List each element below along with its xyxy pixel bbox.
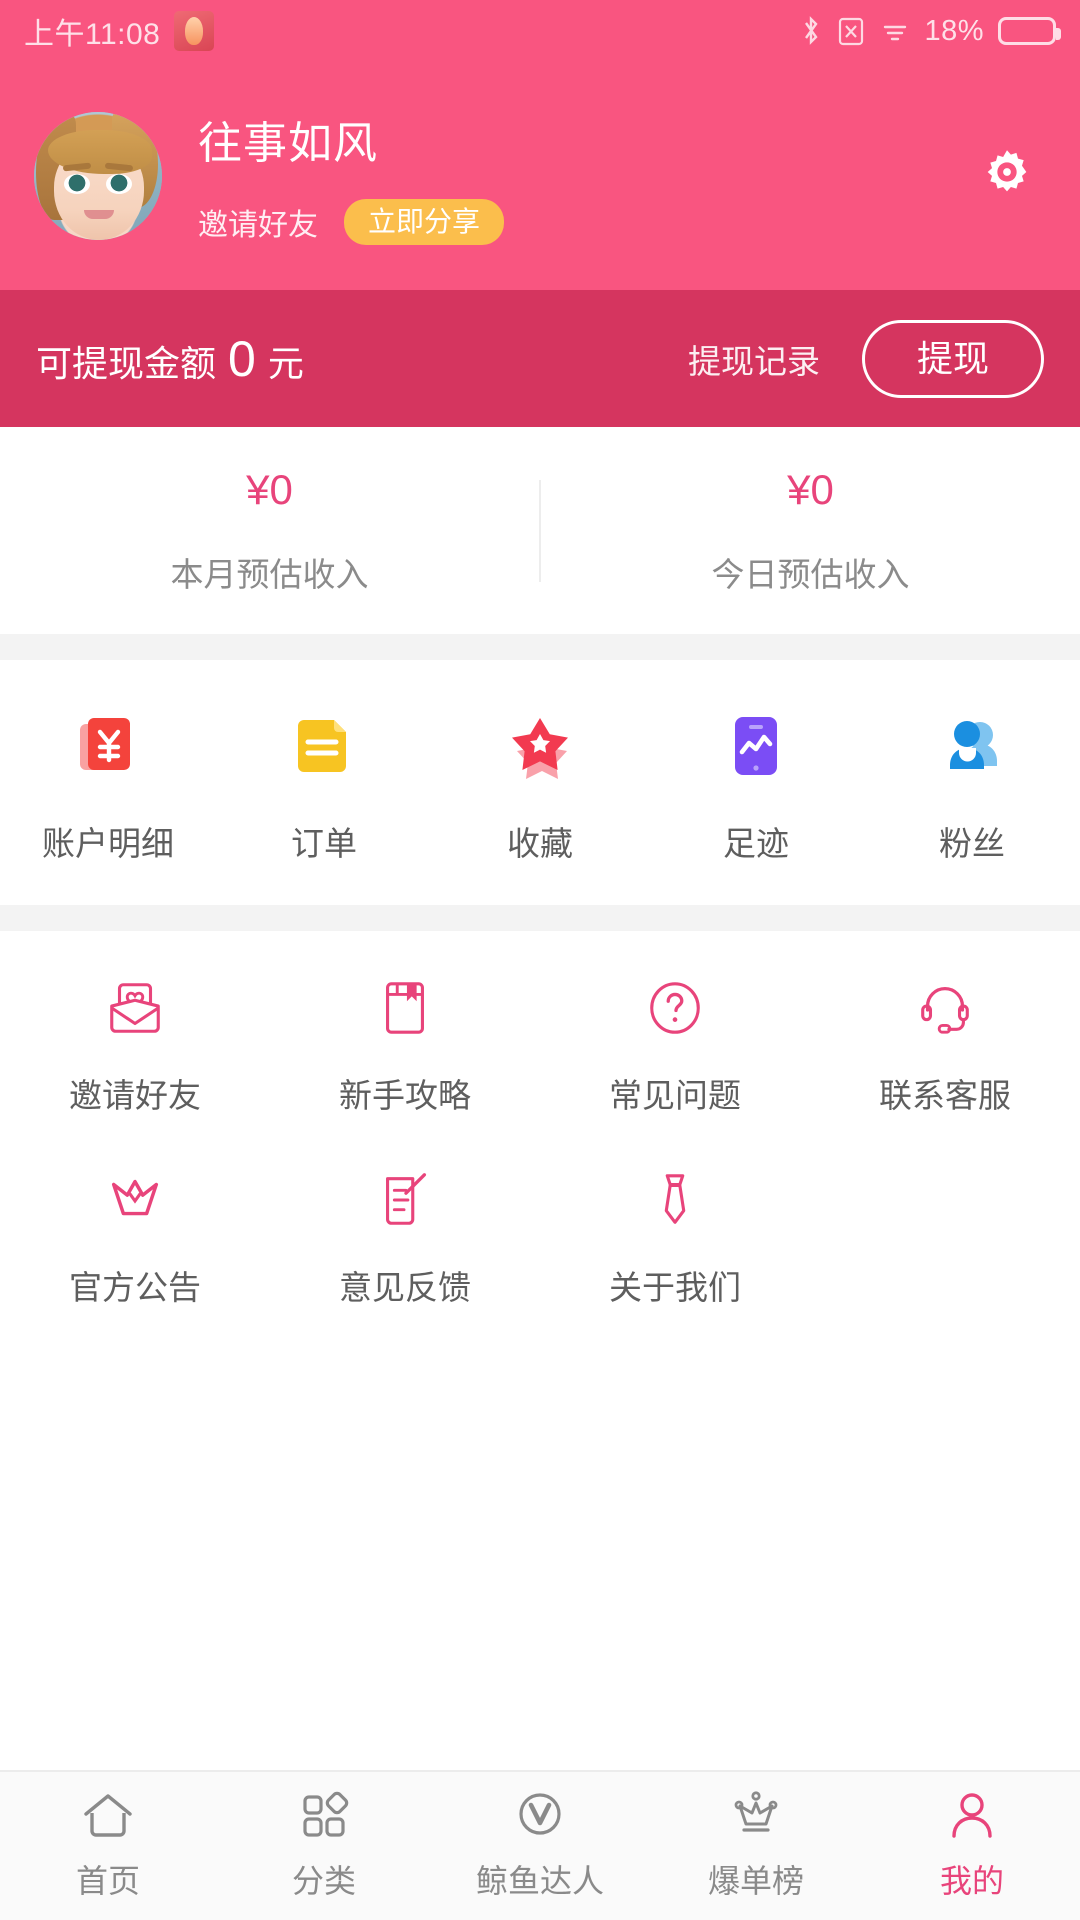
earnings-today[interactable]: ¥0 今日预估收入 — [541, 466, 1080, 596]
menu-item-label: 意见反馈 — [339, 1269, 471, 1306]
status-bar-right: 18% — [800, 14, 1061, 48]
menu-grid: 邀请好友 新手攻略 常见问题 联系客服 官方公告 意见反馈 关于我们 — [0, 931, 1080, 1381]
menu-item-label: 新手攻略 — [339, 1077, 471, 1114]
earnings-panel: ¥0 本月预估收入 ¥0 今日预估收入 — [0, 427, 1080, 634]
money-card-icon — [80, 718, 130, 770]
wifi-icon — [884, 25, 907, 41]
withdraw-button[interactable]: 提现 — [861, 319, 1044, 398]
share-now-button[interactable]: 立即分享 — [344, 199, 505, 245]
section-divider-2 — [0, 905, 1080, 931]
menu-item-contact-support[interactable]: 联系客服 — [810, 977, 1080, 1169]
menu-item-label: 联系客服 — [879, 1077, 1011, 1114]
quick-action-label: 收藏 — [507, 825, 573, 862]
tab-category[interactable]: 分类 — [216, 1790, 432, 1902]
menu-item-label: 常见问题 — [609, 1077, 741, 1114]
menu-item-invite-friends[interactable]: 邀请好友 — [0, 977, 270, 1169]
tab-whale-expert[interactable]: 鲸鱼达人 — [432, 1790, 648, 1902]
username: 往事如风 — [198, 119, 378, 168]
avatar[interactable] — [34, 112, 162, 240]
menu-row-1: 邀请好友 新手攻略 常见问题 联系客服 — [0, 977, 1080, 1169]
menu-item-beginner-guide[interactable]: 新手攻略 — [270, 977, 540, 1169]
menu-item-label: 官方公告 — [69, 1269, 201, 1306]
bottom-tab-bar: 首页 分类 鲸鱼达人 爆单榜 我的 — [0, 1770, 1080, 1920]
book-bookmark-icon — [386, 982, 424, 1034]
profile-info: 往事如风 邀请好友 立即分享 — [198, 107, 505, 245]
tab-label: 首页 — [75, 1863, 140, 1899]
earnings-month[interactable]: ¥0 本月预估收入 — [0, 466, 539, 596]
sim-icon — [839, 17, 864, 46]
fans-icon — [950, 721, 997, 769]
profile-header: 往事如风 邀请好友 立即分享 — [0, 62, 1080, 290]
quick-action-footprints[interactable]: 足迹 — [648, 708, 864, 865]
tab-label: 我的 — [939, 1863, 1004, 1899]
menu-item-official-announcement[interactable]: 官方公告 — [0, 1169, 270, 1361]
withdraw-amount-group: 可提现金额 0 元 — [36, 330, 304, 388]
crown-icon — [111, 1179, 159, 1216]
withdraw-bar: 可提现金额 0 元 提现记录 提现 — [0, 290, 1080, 427]
menu-item-faq[interactable]: 常见问题 — [540, 977, 810, 1169]
menu-row-2: 官方公告 意见反馈 关于我们 — [0, 1169, 1080, 1361]
app-icon — [174, 11, 215, 51]
menu-item-label: 邀请好友 — [69, 1077, 201, 1114]
crown-rank-icon — [734, 1791, 778, 1832]
person-icon — [952, 1793, 992, 1838]
quick-action-label: 账户明细 — [42, 825, 174, 862]
home-icon — [84, 1794, 132, 1837]
necktie-icon — [664, 1174, 686, 1224]
section-divider-1 — [0, 634, 1080, 660]
bluetooth-icon — [805, 16, 819, 45]
quick-actions-grid: 账户明细 订单 收藏 足迹 粉丝 — [0, 660, 1080, 905]
tab-label: 鲸鱼达人 — [475, 1863, 604, 1899]
quick-action-account-detail[interactable]: 账户明细 — [0, 708, 216, 865]
invite-label: 邀请好友 — [198, 209, 318, 242]
quick-action-label: 粉丝 — [939, 825, 1005, 862]
status-time: 上午11:08 — [24, 18, 161, 51]
tab-label: 爆单榜 — [707, 1863, 804, 1899]
withdraw-label: 可提现金额 — [36, 342, 217, 384]
menu-item-label: 关于我们 — [609, 1269, 741, 1306]
tab-hot-rank[interactable]: 爆单榜 — [648, 1790, 864, 1902]
menu-item-about-us[interactable]: 关于我们 — [540, 1169, 810, 1361]
tab-home[interactable]: 首页 — [0, 1790, 216, 1902]
phone-chart-icon — [735, 717, 777, 775]
question-circle-icon — [650, 982, 700, 1034]
quick-action-label: 订单 — [291, 825, 357, 862]
menu-item-empty-slot — [810, 1169, 1080, 1361]
v-circle-icon — [519, 1793, 561, 1835]
app-screen: 上午11:08 18% 往事如风 邀请好友 立即分享 可提现金额 0 元 提现记… — [0, 0, 1080, 1920]
envelope-heart-icon — [110, 983, 160, 1033]
quick-action-orders[interactable]: 订单 — [216, 708, 432, 865]
withdraw-actions: 提现记录 提现 — [688, 319, 1044, 398]
earnings-month-label: 本月预估收入 — [170, 555, 369, 593]
quick-action-fans[interactable]: 粉丝 — [864, 708, 1080, 865]
status-bar: 上午11:08 18% — [0, 0, 1080, 62]
tab-label: 分类 — [291, 1863, 356, 1899]
status-bar-left: 上午11:08 — [24, 9, 215, 53]
earnings-today-value: ¥0 — [787, 465, 834, 513]
withdraw-amount: 0 — [228, 330, 256, 387]
battery-icon — [998, 17, 1061, 45]
document-icon — [298, 720, 346, 772]
headset-icon — [921, 986, 969, 1034]
earnings-month-value: ¥0 — [246, 465, 293, 513]
star-icon — [512, 718, 568, 779]
earnings-today-label: 今日预估收入 — [711, 555, 910, 593]
withdraw-record-link[interactable]: 提现记录 — [688, 335, 820, 383]
feedback-pen-icon — [386, 1173, 427, 1225]
menu-item-feedback[interactable]: 意见反馈 — [270, 1169, 540, 1361]
tab-mine[interactable]: 我的 — [864, 1790, 1080, 1902]
withdraw-unit: 元 — [267, 342, 304, 384]
battery-percent: 18% — [924, 14, 984, 47]
quick-action-label: 足迹 — [723, 825, 789, 862]
invite-row: 邀请好友 立即分享 — [198, 199, 505, 245]
gear-icon[interactable] — [978, 143, 1036, 201]
quick-action-favorites[interactable]: 收藏 — [432, 708, 648, 865]
grid-icon — [303, 1791, 349, 1837]
